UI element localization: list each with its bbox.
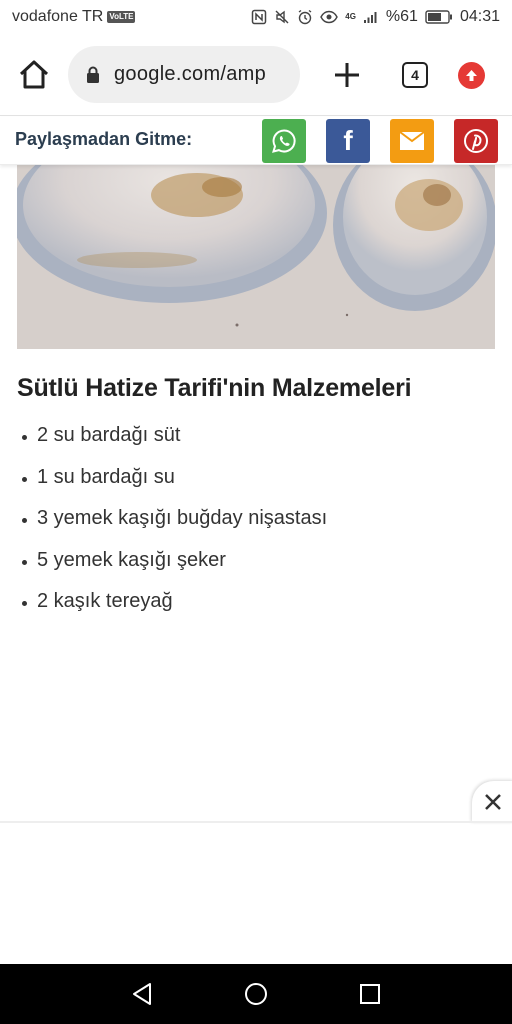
browser-toolbar: google.com/amp 4 xyxy=(0,34,512,116)
ingredient-text: 2 kaşık tereyağ xyxy=(37,590,173,612)
dessert-bowls-image xyxy=(17,165,495,349)
battery-percent: %61 xyxy=(385,8,418,25)
home-icon[interactable] xyxy=(17,58,51,92)
network-type: 4G xyxy=(345,12,356,21)
whatsapp-icon xyxy=(272,129,296,153)
facebook-icon: f xyxy=(343,125,353,156)
list-item: 1 su bardağı su xyxy=(22,466,327,508)
carrier-name: vodafone TR xyxy=(12,8,104,25)
system-nav-bar xyxy=(0,964,512,1024)
url-text: google.com/amp xyxy=(114,63,267,85)
list-item: 2 su bardağı süt xyxy=(22,424,327,466)
share-bar: Paylaşmadan Gitme: f xyxy=(0,117,512,165)
whatsapp-share-button[interactable] xyxy=(262,119,306,163)
lock-icon xyxy=(87,66,99,83)
ingredient-list: 2 su bardağı süt 1 su bardağı su 3 yemek… xyxy=(22,424,327,632)
ingredient-text: 5 yemek kaşığı şeker xyxy=(37,548,226,571)
list-item: 3 yemek kaşığı buğday nişastası xyxy=(22,507,327,549)
list-item: 2 kaşık tereyağ xyxy=(22,590,327,632)
eye-icon xyxy=(320,10,339,24)
recents-icon[interactable] xyxy=(356,980,384,1008)
tabs-count-button[interactable]: 4 xyxy=(402,62,428,88)
bullet xyxy=(22,601,27,606)
list-item: 5 yemek kaşığı şeker xyxy=(22,549,327,591)
facebook-share-button[interactable]: f xyxy=(326,119,370,163)
bullet xyxy=(22,559,27,565)
mute-icon xyxy=(275,10,289,24)
back-icon[interactable] xyxy=(128,980,156,1008)
plus-icon[interactable] xyxy=(331,59,363,91)
ingredient-text: 3 yemek kaşığı buğday nişastası xyxy=(37,507,328,529)
tabs-count: 4 xyxy=(411,67,419,83)
share-label: Paylaşmadan Gitme: xyxy=(15,129,193,149)
signal-icon xyxy=(363,12,377,23)
ad-divider xyxy=(0,821,512,823)
battery-icon xyxy=(425,10,452,24)
pinterest-share-button[interactable] xyxy=(454,119,498,163)
pinterest-icon xyxy=(464,129,488,153)
email-share-button[interactable] xyxy=(390,119,434,163)
status-bar: vodafone TR VoLTE 4G %61 04:31 xyxy=(0,0,512,34)
ad-close-button[interactable] xyxy=(472,781,512,823)
status-left: vodafone TR VoLTE xyxy=(12,8,136,26)
update-icon xyxy=(466,70,477,81)
home-circle-icon[interactable] xyxy=(242,980,270,1008)
bullet xyxy=(22,518,27,523)
alarm-icon xyxy=(298,9,312,25)
clock-time: 04:31 xyxy=(459,8,500,25)
bullet xyxy=(22,476,27,482)
status-right: 4G %61 04:31 xyxy=(251,8,500,26)
close-icon xyxy=(485,794,501,810)
bullet xyxy=(22,435,27,440)
url-bar[interactable]: google.com/amp xyxy=(68,46,300,103)
recipe-photo xyxy=(17,165,495,349)
volte-badge: VoLTE xyxy=(107,11,136,23)
ingredient-text: 1 su bardağı su xyxy=(37,465,175,488)
ingredient-text: 2 su bardağı süt xyxy=(37,424,181,446)
nfc-icon xyxy=(252,9,267,25)
recipe-title: Sütlü Hatize Tarifi'nin Malzemeleri xyxy=(17,374,412,402)
envelope-icon xyxy=(399,131,425,150)
update-button[interactable] xyxy=(458,62,485,89)
